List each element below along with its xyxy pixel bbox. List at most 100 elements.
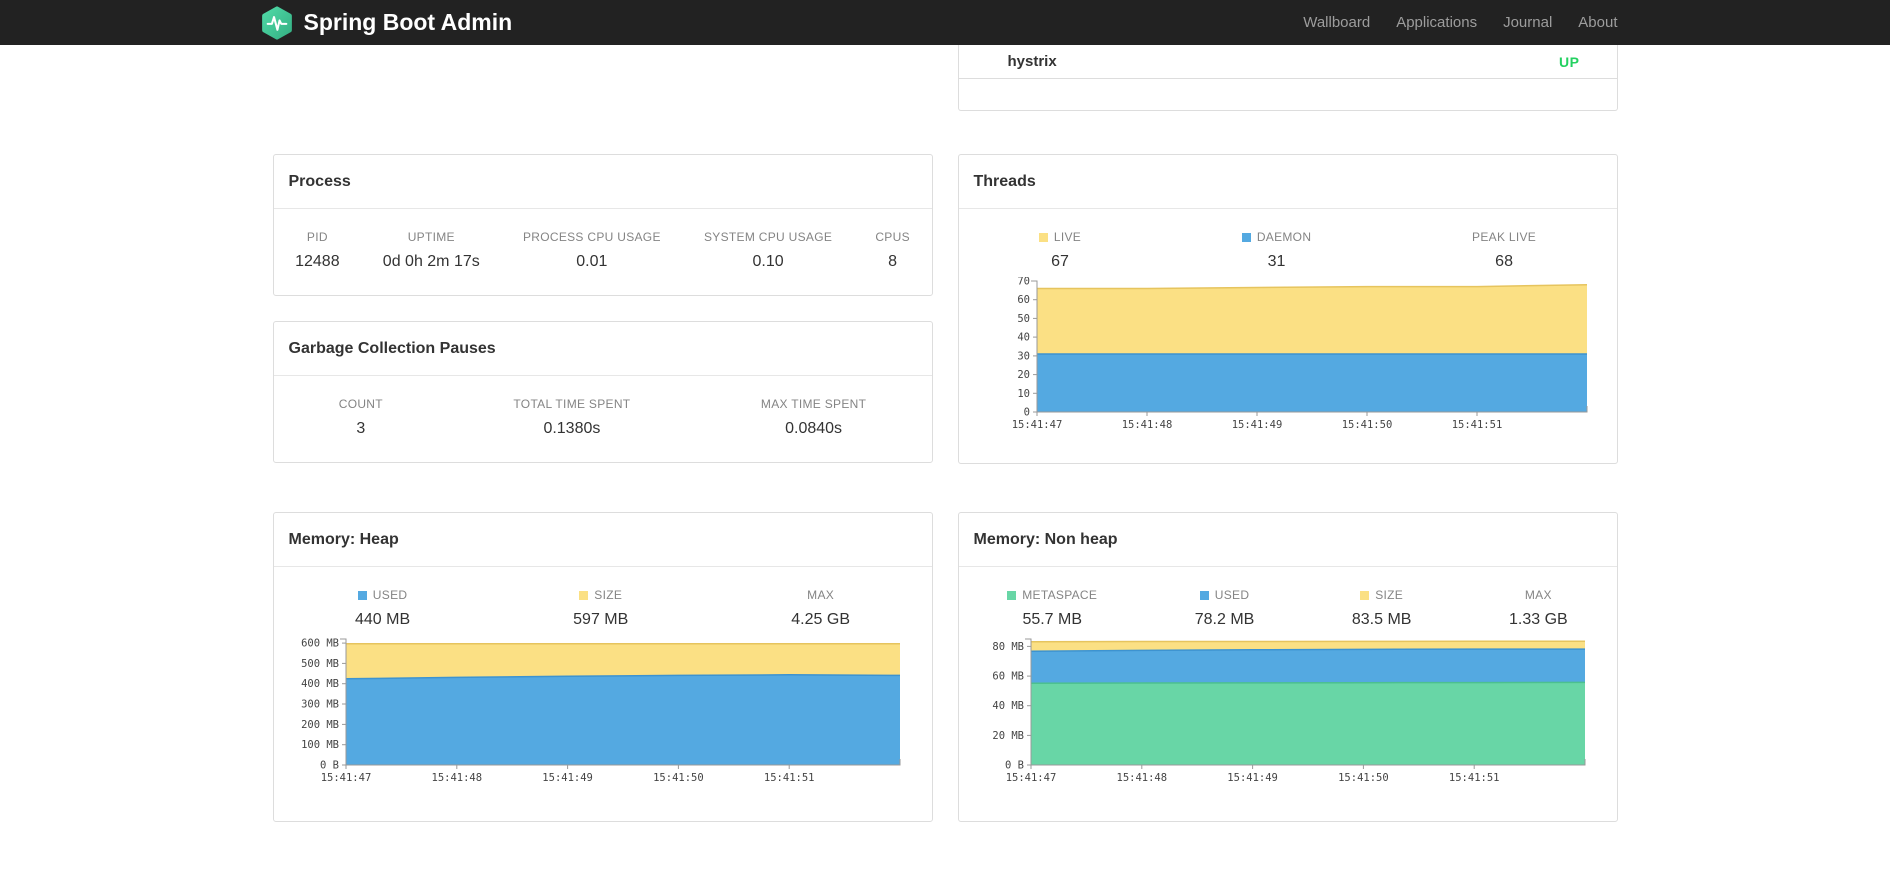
legend-value: 78.2 MB <box>1194 611 1255 628</box>
svg-text:600 MB: 600 MB <box>301 638 339 650</box>
legend-label-row: LIVE <box>1038 230 1081 244</box>
svg-text:15:41:50: 15:41:50 <box>1341 419 1392 431</box>
svg-text:70: 70 <box>1017 277 1030 288</box>
process-metrics: PID 12488 UPTIME 0d 0h 2m 17s PROCESS CP… <box>274 209 932 271</box>
legend-label: MAX <box>1524 588 1552 602</box>
legend-item-size: SIZE 597 MB <box>573 588 628 629</box>
svg-text:20: 20 <box>1017 369 1030 381</box>
legend-value: 4.25 GB <box>791 611 850 628</box>
metric-value: 3 <box>356 420 366 437</box>
top-navbar: Spring Boot Admin Wallboard Applications… <box>0 0 1890 45</box>
legend-item-size: SIZE 83.5 MB <box>1352 588 1412 629</box>
heap-chart: 0 B 100 MB 200 MB 300 MB 400 MB 500 MB 600 MB 1… <box>274 635 932 787</box>
legend-item-live: LIVE 67 <box>1038 230 1081 271</box>
svg-text:400 MB: 400 MB <box>301 678 339 690</box>
legend-item-max: MAX 4.25 GB <box>791 588 850 629</box>
svg-text:40: 40 <box>1017 332 1030 344</box>
metric-value: 0d 0h 2m 17s <box>382 253 480 270</box>
svg-text:15:41:48: 15:41:48 <box>431 772 482 784</box>
svg-text:60 MB: 60 MB <box>992 671 1024 683</box>
svg-text:200 MB: 200 MB <box>301 719 339 731</box>
brand-link[interactable]: Spring Boot Admin <box>260 5 512 40</box>
legend-swatch-used <box>357 590 367 600</box>
threads-legend: LIVE 67 DAEMON 31 PEAK LIVE 68 <box>959 209 1617 271</box>
legend-swatch-metaspace <box>1007 590 1017 600</box>
nav-item-applications[interactable]: Applications <box>1383 0 1490 45</box>
metric-label: MAX TIME SPENT <box>760 397 867 411</box>
panel-title: Process <box>273 155 932 209</box>
metric-gc-count: COUNT 3 <box>339 397 383 438</box>
svg-text:15:41:47: 15:41:47 <box>1005 772 1056 784</box>
panel-title: Memory: Non heap <box>958 513 1617 567</box>
legend-label: SIZE <box>1375 588 1404 602</box>
svg-text:10: 10 <box>1017 388 1030 400</box>
metric-label: TOTAL TIME SPENT <box>513 397 631 411</box>
svg-text:15:41:50: 15:41:50 <box>1338 772 1389 784</box>
nonheap-chart: 0 B 20 MB 40 MB 60 MB 80 MB 15:41:47 15:41:48 1… <box>959 635 1617 787</box>
metric-gc-max-time: MAX TIME SPENT 0.0840s <box>761 397 866 438</box>
legend-value: 31 <box>1267 253 1286 270</box>
legend-item-max: MAX 1.33 GB <box>1509 588 1568 629</box>
legend-label-row: SIZE <box>1352 588 1412 602</box>
legend-value: 67 <box>1051 253 1069 270</box>
panel-title: Memory: Heap <box>273 513 932 567</box>
svg-text:0 B: 0 B <box>320 760 339 772</box>
legend-value: 440 MB <box>355 611 411 628</box>
svg-text:50: 50 <box>1017 313 1030 325</box>
legend-swatch-size <box>1360 590 1370 600</box>
legend-value: 83.5 MB <box>1351 611 1412 628</box>
legend-label-row: METASPACE <box>1007 588 1097 602</box>
legend-label-row: USED <box>1195 588 1255 602</box>
panel-memory-nonheap: Memory: Non heap METASPACE 55.7 MB USED … <box>957 512 1618 822</box>
details-page: hystrix UP Process PID 12488 UPTIME 0d 0… <box>272 45 1618 822</box>
svg-text:15:41:48: 15:41:48 <box>1116 772 1167 784</box>
panel-gc: Garbage Collection Pauses COUNT 3 TOTAL … <box>272 321 933 463</box>
legend-swatch-used <box>1199 590 1209 600</box>
legend-label-row: DAEMON <box>1241 230 1312 244</box>
svg-text:300 MB: 300 MB <box>301 699 339 711</box>
svg-text:0: 0 <box>1023 407 1029 419</box>
legend-swatch-size <box>579 590 589 600</box>
left-column: Process PID 12488 UPTIME 0d 0h 2m 17s PR… <box>272 154 933 464</box>
legend-value: 1.33 GB <box>1508 611 1568 628</box>
metric-label: COUNT <box>338 397 383 411</box>
legend-label: PEAK LIVE <box>1472 230 1537 244</box>
panel-title: Garbage Collection Pauses <box>273 322 932 376</box>
panel-threads: Threads LIVE 67 DAEMON 31 PEAK LIVE 68 0… <box>957 154 1618 464</box>
nonheap-legend: METASPACE 55.7 MB USED 78.2 MB SIZE 83.5… <box>959 567 1617 629</box>
legend-label: USED <box>1214 588 1250 602</box>
svg-text:15:41:49: 15:41:49 <box>542 772 593 784</box>
legend-item-daemon: DAEMON 31 <box>1241 230 1312 271</box>
threads-chart: 0 10 20 30 40 50 60 70 15:41:47 15:41:48 15:41:49 1… <box>959 277 1617 434</box>
legend-swatch-daemon <box>1241 232 1251 242</box>
svg-text:15:41:48: 15:41:48 <box>1121 419 1172 431</box>
navbar-inner: Spring Boot Admin Wallboard Applications… <box>261 0 1618 45</box>
legend-label-row: SIZE <box>573 588 628 602</box>
legend-item-metaspace: METASPACE 55.7 MB <box>1007 588 1097 629</box>
metric-value: 12488 <box>295 253 340 270</box>
nav-item-wallboard[interactable]: Wallboard <box>1290 0 1383 45</box>
heap-legend: USED 440 MB SIZE 597 MB MAX 4.25 GB <box>274 567 932 629</box>
metric-cpus: CPUS 8 <box>875 230 910 271</box>
health-indicator-name: hystrix <box>1007 53 1057 70</box>
metric-label: UPTIME <box>407 230 455 244</box>
svg-text:100 MB: 100 MB <box>301 739 339 751</box>
health-panel: hystrix UP <box>957 45 1618 111</box>
metric-pid: PID 12488 <box>295 230 340 271</box>
svg-text:15:41:49: 15:41:49 <box>1231 419 1282 431</box>
gc-metrics: COUNT 3 TOTAL TIME SPENT 0.1380s MAX TIM… <box>274 376 932 438</box>
metric-value: 8 <box>888 253 898 270</box>
row-memory: Memory: Heap USED 440 MB SIZE 597 MB MAX… <box>272 512 1618 822</box>
nav-item-journal[interactable]: Journal <box>1490 0 1565 45</box>
legend-value: 597 MB <box>573 611 629 628</box>
svg-text:15:41:51: 15:41:51 <box>1451 419 1502 431</box>
svg-text:15:41:49: 15:41:49 <box>1227 772 1278 784</box>
svg-text:30: 30 <box>1017 350 1030 362</box>
metric-label: CPUS <box>875 230 910 244</box>
svg-text:15:41:47: 15:41:47 <box>1011 419 1062 431</box>
svg-text:20 MB: 20 MB <box>992 730 1024 742</box>
nav-item-about[interactable]: About <box>1565 0 1617 45</box>
legend-label: USED <box>372 588 408 602</box>
svg-text:15:41:51: 15:41:51 <box>763 772 814 784</box>
legend-label: DAEMON <box>1256 230 1312 244</box>
